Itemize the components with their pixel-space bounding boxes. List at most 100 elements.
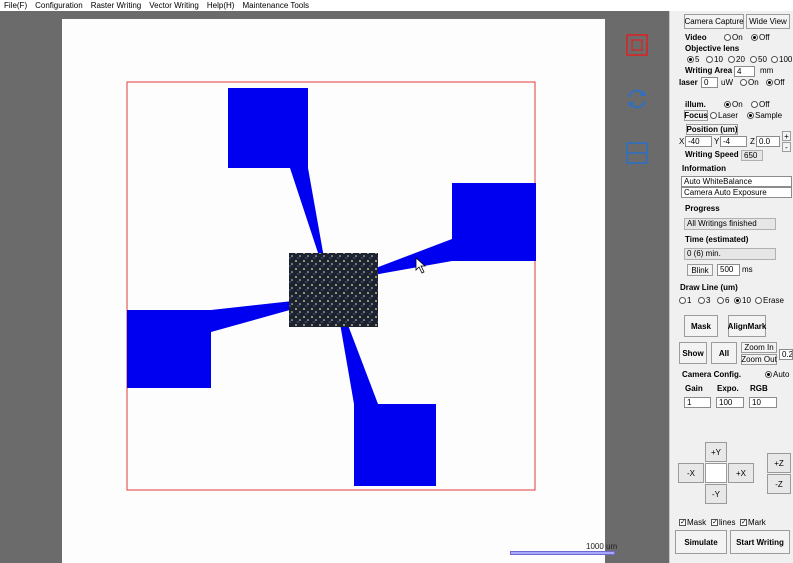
video-on-radio[interactable]: On xyxy=(724,33,743,43)
jog-plus-x-button[interactable]: +X xyxy=(728,463,754,483)
objective-10-radio[interactable]: 10 xyxy=(706,55,723,65)
illum-on-radio[interactable]: On xyxy=(724,100,743,110)
menu-vector-writing[interactable]: Vector Writing xyxy=(145,0,203,11)
information-label: Information xyxy=(682,164,726,173)
pos-z-input[interactable]: 0.0 xyxy=(756,136,780,147)
control-panel: Camera Capture Wide View Video On Off Ob… xyxy=(669,11,793,563)
laser-on-radio[interactable]: On xyxy=(740,78,759,88)
writing-speed-value: 650 xyxy=(741,150,763,161)
video-off-radio[interactable]: Off xyxy=(751,33,770,43)
objective-50-radio[interactable]: 50 xyxy=(750,55,767,65)
writing-area-label: Writing Area xyxy=(685,66,733,75)
position-button[interactable]: Position (um) xyxy=(686,124,738,135)
camera-sample-image xyxy=(289,253,378,327)
pos-y-input[interactable]: -4 xyxy=(720,136,747,147)
jog-minus-x-button[interactable]: -X xyxy=(678,463,704,483)
focus-sample-radio[interactable]: Sample xyxy=(747,111,782,121)
mask-checkbox[interactable]: ✓Mask xyxy=(679,518,706,528)
blink-input[interactable]: 500 xyxy=(717,264,740,276)
jog-center xyxy=(705,463,727,483)
selection-rect-icon[interactable] xyxy=(625,33,649,57)
rgb-label: RGB xyxy=(750,384,768,393)
scale-bar xyxy=(510,551,615,555)
objective-20-radio[interactable]: 20 xyxy=(728,55,745,65)
radio-icon xyxy=(740,79,747,87)
zoom-value-input[interactable]: 0.2 xyxy=(779,349,793,360)
info-line-1: Auto WhiteBalance xyxy=(681,176,792,187)
pos-x-label: X xyxy=(679,137,685,146)
camera-capture-button[interactable]: Camera Capture xyxy=(684,14,744,29)
draw-1-radio[interactable]: 1 xyxy=(679,296,691,306)
menu-help[interactable]: Help(H) xyxy=(203,0,239,11)
writing-area-unit: mm xyxy=(760,66,774,75)
menu-maintenance-tools[interactable]: Maintenance Tools xyxy=(238,0,313,11)
time-estimated-label: Time (estimated) xyxy=(685,235,749,244)
menu-configuration[interactable]: Configuration xyxy=(31,0,87,11)
camera-auto-radio[interactable]: Auto xyxy=(765,370,789,380)
menu-file[interactable]: File(F) xyxy=(0,0,31,11)
draw-erase-radio[interactable]: Erase xyxy=(755,296,784,306)
z-plus-button[interactable]: + xyxy=(782,131,791,141)
rotate-icon[interactable] xyxy=(625,87,649,111)
illum-label: illum. xyxy=(685,100,706,109)
radio-icon xyxy=(755,297,762,305)
progress-value: All Writings finished xyxy=(684,218,776,230)
pos-x-input[interactable]: -40 xyxy=(685,136,712,147)
writing-speed-label: Writing Speed xyxy=(685,150,739,159)
expo-input[interactable]: 100 xyxy=(716,397,744,408)
gain-input[interactable]: 1 xyxy=(684,397,711,408)
time-estimated-value: 0 (6) min. xyxy=(684,248,776,260)
mark-checkbox[interactable]: ✓Mark xyxy=(740,518,766,528)
start-writing-button[interactable]: Start Writing xyxy=(730,530,790,554)
checkbox-checked-icon: ✓ xyxy=(679,519,686,527)
radio-icon xyxy=(710,112,717,120)
pattern-drawing[interactable] xyxy=(62,19,605,563)
draw-10-radio[interactable]: 10 xyxy=(734,296,751,306)
alignmark-button[interactable]: AlignMark xyxy=(728,315,766,337)
illum-off-radio[interactable]: Off xyxy=(751,100,770,110)
show-button[interactable]: Show xyxy=(679,342,707,364)
laser-off-radio[interactable]: Off xyxy=(766,78,785,88)
radio-selected-icon xyxy=(687,56,694,64)
menu-raster-writing[interactable]: Raster Writing xyxy=(87,0,146,11)
pattern-pad-bottom xyxy=(354,404,436,486)
radio-icon xyxy=(750,56,757,64)
draw-line-label: Draw Line (um) xyxy=(680,283,738,292)
radio-selected-icon xyxy=(724,101,731,109)
zoom-out-button[interactable]: Zoom Out xyxy=(741,354,777,365)
simulate-button[interactable]: Simulate xyxy=(675,530,727,554)
jog-plus-y-button[interactable]: +Y xyxy=(705,442,727,462)
mask-button[interactable]: Mask xyxy=(684,315,718,337)
writing-area-input[interactable]: 4 xyxy=(734,66,755,77)
radio-selected-icon xyxy=(751,34,758,42)
wide-view-button[interactable]: Wide View xyxy=(746,14,790,29)
checkbox-checked-icon: ✓ xyxy=(740,519,747,527)
lines-checkbox[interactable]: ✓lines xyxy=(711,518,735,528)
checkbox-checked-icon: ✓ xyxy=(711,519,718,527)
z-minus-button[interactable]: - xyxy=(782,142,791,152)
jog-minus-y-button[interactable]: -Y xyxy=(705,484,727,504)
radio-icon xyxy=(717,297,724,305)
radio-selected-icon xyxy=(747,112,754,120)
zoom-in-button[interactable]: Zoom In xyxy=(741,342,777,353)
blink-unit: ms xyxy=(742,265,753,274)
draw-3-radio[interactable]: 3 xyxy=(698,296,710,306)
scale-label: 1000 um xyxy=(586,542,618,551)
radio-selected-icon xyxy=(765,371,772,379)
split-view-icon[interactable] xyxy=(625,141,649,165)
blink-button[interactable]: Blink xyxy=(687,264,713,276)
draw-6-radio[interactable]: 6 xyxy=(717,296,729,306)
radio-selected-icon xyxy=(734,297,741,305)
all-button[interactable]: All xyxy=(711,342,737,364)
rgb-input[interactable]: 10 xyxy=(749,397,777,408)
jog-minus-z-button[interactable]: -Z xyxy=(767,474,791,494)
objective-5-radio[interactable]: 5 xyxy=(687,55,699,65)
jog-plus-z-button[interactable]: +Z xyxy=(767,453,791,473)
laser-unit: uW xyxy=(721,78,733,87)
writing-canvas[interactable] xyxy=(62,19,605,563)
focus-button[interactable]: Focus xyxy=(684,110,708,121)
camera-config-label: Camera Config. xyxy=(682,370,742,379)
focus-laser-radio[interactable]: Laser xyxy=(710,111,738,121)
laser-power-input[interactable]: 0 xyxy=(701,77,718,88)
objective-100-radio[interactable]: 100 xyxy=(771,55,792,65)
